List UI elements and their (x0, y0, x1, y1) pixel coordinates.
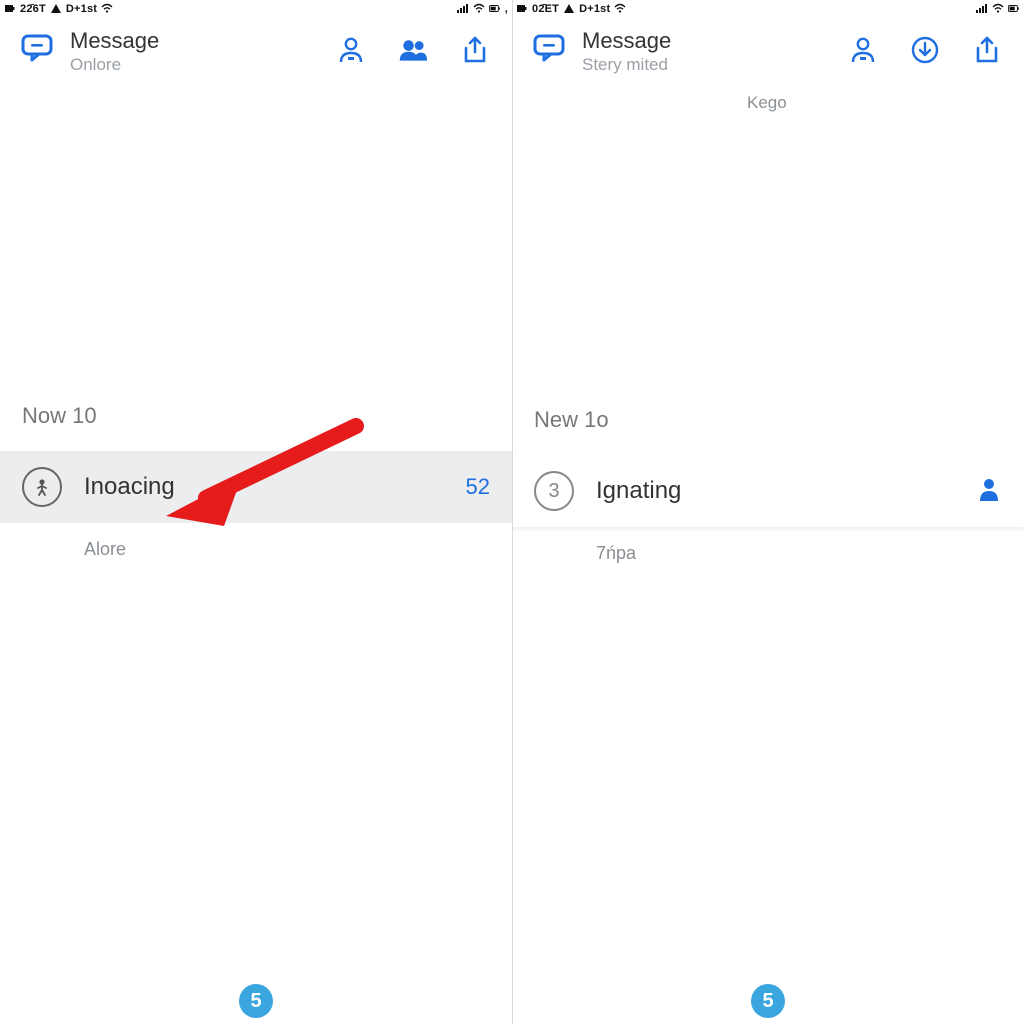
row-subtext: 7ńpa (512, 543, 1024, 564)
header-subtitle: Stery mited (582, 55, 832, 75)
fab-label: 5 (762, 990, 773, 1013)
share-up-icon (460, 35, 490, 65)
header-title: Message (582, 29, 832, 53)
person-outline-icon (336, 35, 366, 65)
conversation-row[interactable]: Inoacing 52 (0, 451, 512, 523)
header-subtitle: Onlore (70, 55, 320, 75)
header-title: Message (70, 29, 320, 53)
conversation-title: Inoacing (84, 473, 175, 501)
avatar-number: 3 (534, 471, 574, 511)
status-bar: 22̄6T D+1st , (0, 0, 512, 17)
conversation-row[interactable]: 3 Ignating (512, 455, 1024, 527)
unread-count: 52 (466, 474, 490, 500)
wifi-icon (473, 3, 485, 14)
conversation-title: Ignating (596, 477, 681, 505)
status-bar: 02̄ET D+1st (512, 0, 1024, 17)
row-subtext: Alore (0, 539, 512, 560)
battery-icon (489, 3, 501, 14)
person-outline-icon (848, 35, 878, 65)
download-button[interactable] (908, 33, 942, 67)
person-filled-icon (976, 476, 1002, 507)
status-carrier: D+1st (66, 3, 97, 15)
battery-icon (1008, 3, 1020, 14)
download-circle-icon (910, 35, 940, 65)
contact-button[interactable] (846, 33, 880, 67)
fab-label: 5 (250, 990, 261, 1013)
warning-icon (50, 3, 62, 14)
wifi-icon (992, 3, 1004, 14)
status-dot: , (505, 3, 508, 15)
wifi-icon (614, 3, 626, 14)
status-time: 22̄6T (20, 3, 46, 15)
people-filled-icon (398, 35, 428, 65)
signal-icon (976, 3, 988, 14)
warning-icon (563, 3, 575, 14)
wifi-icon (101, 3, 113, 14)
status-time: 02̄ET (532, 3, 559, 15)
avatar-icon (22, 467, 62, 507)
share-button[interactable] (458, 33, 492, 67)
section-label: New 1o (512, 407, 1024, 433)
messages-icon[interactable] (20, 33, 56, 63)
battery-small-icon (4, 3, 16, 14)
contact-button[interactable] (334, 33, 368, 67)
kego-label: Kego (512, 93, 1024, 113)
app-header: Message Onlore (0, 17, 512, 79)
screenshot-right: 02̄ET D+1st Message Stery mited (512, 0, 1024, 1024)
section-label: Now 10 (0, 403, 512, 429)
app-header: Message Stery mited (512, 17, 1024, 79)
messages-icon[interactable] (532, 33, 568, 63)
pane-divider (512, 0, 513, 1024)
fab-button[interactable]: 5 (751, 984, 785, 1018)
group-button[interactable] (396, 33, 430, 67)
share-button[interactable] (970, 33, 1004, 67)
screenshot-left: 22̄6T D+1st , Message Onlore (0, 0, 512, 1024)
signal-icon (457, 3, 469, 14)
battery-small-icon (516, 3, 528, 14)
status-carrier: D+1st (579, 3, 610, 15)
share-up-icon (972, 35, 1002, 65)
fab-button[interactable]: 5 (239, 984, 273, 1018)
